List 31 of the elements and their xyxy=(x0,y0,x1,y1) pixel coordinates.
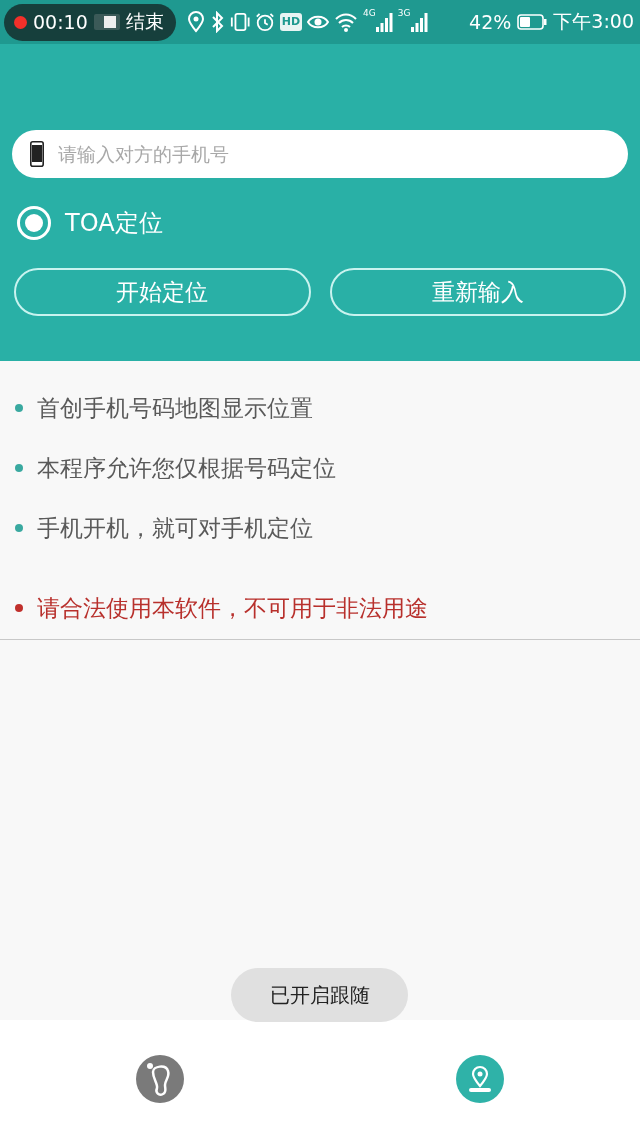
stop-icon xyxy=(93,13,120,31)
action-button[interactable]: 重新输入 xyxy=(329,268,626,316)
stop-recording-label[interactable]: 结束 xyxy=(125,9,164,35)
recording-pill[interactable]: 00:10 结束 xyxy=(4,3,176,41)
location-icon xyxy=(185,11,206,33)
note-text: 手机开机，就可对手机定位 xyxy=(37,513,313,543)
signal-icon xyxy=(375,12,393,32)
network-type-label: 4G xyxy=(363,8,376,18)
toast-message: 已开启跟随 xyxy=(231,968,408,1022)
network-type-label: 3G xyxy=(397,8,411,18)
alarm-icon xyxy=(254,11,275,33)
signal-icon xyxy=(410,12,428,32)
hd-badge: HD xyxy=(279,13,303,31)
map-pin-icon[interactable] xyxy=(456,1055,504,1103)
note-text: 请合法使用本软件，不可用于非法用途 xyxy=(37,593,428,623)
battery-icon xyxy=(517,14,548,30)
record-dot-icon xyxy=(14,15,27,29)
phone-icon xyxy=(30,141,44,167)
clock-time: 下午3:00 xyxy=(553,9,634,34)
phone-number-field[interactable]: 请输入对方的手机号 xyxy=(12,130,628,178)
radio-option[interactable]: TOA定位 xyxy=(12,204,163,242)
bluetooth-icon xyxy=(210,11,225,33)
footprint-icon[interactable] xyxy=(136,1055,184,1103)
recording-time: 00:10 xyxy=(33,11,88,33)
note-text: 首创手机号码地图显示位置 xyxy=(37,393,313,423)
battery-percent: 42% xyxy=(469,11,512,33)
note-text: 本程序允许您仅根据号码定位 xyxy=(37,453,336,483)
radio-label: TOA定位 xyxy=(65,208,163,239)
wifi-icon xyxy=(334,11,359,33)
action-button[interactable]: 开始定位 xyxy=(14,268,311,316)
vibrate-icon xyxy=(229,11,250,33)
